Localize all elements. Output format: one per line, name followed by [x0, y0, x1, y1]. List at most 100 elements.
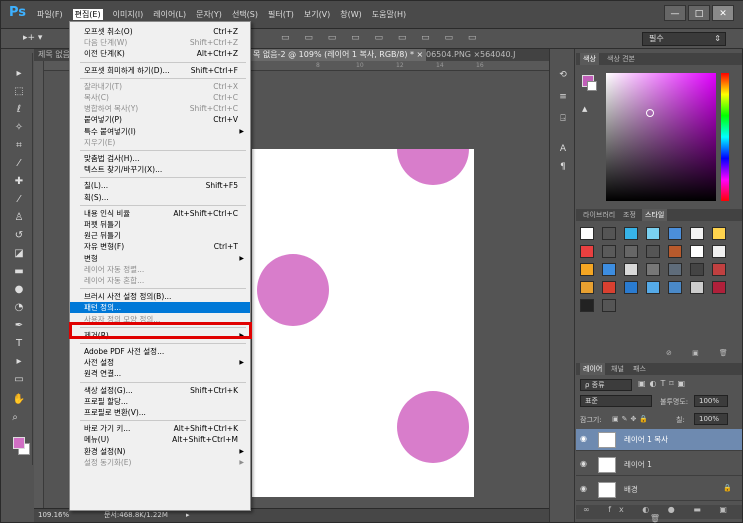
edit-menu-item[interactable]: 프로필 할당... — [70, 396, 250, 407]
style-swatch[interactable] — [712, 245, 726, 258]
visibility-eye-icon[interactable]: ◉ — [580, 459, 587, 468]
marquee-tool-icon[interactable]: ⬚ — [9, 85, 29, 99]
edit-menu-item[interactable]: 오프셋 희미하게 하기(D)... Shift+Ctrl+F — [70, 65, 250, 76]
style-swatch[interactable] — [624, 227, 638, 240]
menu-item[interactable]: 편집(E) — [72, 9, 103, 20]
blend-mode-select[interactable]: 표준 — [580, 395, 652, 407]
actions-panel-icon[interactable]: ⍈ — [557, 113, 569, 125]
edit-menu-item[interactable]: 복사(C) Ctrl+C — [70, 92, 250, 103]
style-swatch[interactable] — [580, 299, 594, 312]
close-button[interactable]: ✕ — [712, 5, 734, 21]
eyedropper-icon[interactable]: ⁄ — [9, 157, 29, 171]
edit-menu-item[interactable]: 다음 단계(W) Shift+Ctrl+Z — [70, 37, 250, 48]
edit-menu-item[interactable]: 특수 붙여넣기(I) ▶ — [70, 126, 250, 137]
opacity-input[interactable]: 100% — [694, 395, 728, 407]
style-swatch[interactable] — [646, 245, 660, 258]
edit-menu-item[interactable]: 내용 인식 비율 Alt+Shift+Ctrl+C — [70, 208, 250, 219]
color-picker-field[interactable] — [606, 73, 716, 201]
style-swatch[interactable] — [624, 263, 638, 276]
brush-tool-icon[interactable]: ⁄ — [9, 193, 29, 207]
edit-menu-item[interactable]: 이전 단계(K) Alt+Ctrl+Z — [70, 48, 250, 59]
maximize-button[interactable]: □ — [688, 5, 710, 21]
edit-menu-item[interactable]: 맞춤법 검사(H)... — [70, 153, 250, 164]
style-swatch[interactable] — [580, 227, 594, 240]
align-buttons[interactable]: ▭ ▭ ▭ ▭ ▭ ▭ ▭ ▭ ▭ — [281, 33, 482, 43]
style-swatch[interactable] — [712, 263, 726, 276]
menu-item[interactable]: 파일(F) — [37, 9, 63, 20]
style-swatch[interactable] — [602, 263, 616, 276]
edit-menu-item[interactable]: 패턴 정의... — [70, 302, 250, 314]
lasso-tool-icon[interactable]: ℓ — [9, 103, 29, 117]
edit-menu-item[interactable]: 브러시 사전 설정 정의(B)... — [70, 291, 250, 302]
paragraph-panel-icon[interactable]: ¶ — [557, 161, 569, 173]
edit-menu-item[interactable]: 메뉴(U) Alt+Shift+Ctrl+M — [70, 434, 250, 445]
edit-menu-item[interactable]: 바로 가기 키... Alt+Shift+Ctrl+K — [70, 423, 250, 434]
edit-menu-item[interactable]: 사전 설정 ▶ — [70, 357, 250, 368]
healing-brush-icon[interactable]: ✚ — [9, 175, 29, 189]
edit-menu-item[interactable]: 프로필로 변환(V)... — [70, 407, 250, 418]
style-swatch[interactable] — [602, 227, 616, 240]
crop-tool-icon[interactable]: ⌗ — [9, 139, 29, 153]
zoom-tool-icon[interactable]: ⌕ — [5, 411, 25, 425]
hand-tool-icon[interactable]: ✋ — [9, 393, 29, 407]
style-swatch[interactable] — [668, 227, 682, 240]
edit-menu-item[interactable]: 자유 변형(F) Ctrl+T — [70, 241, 250, 252]
edit-menu-item[interactable]: 원근 뒤틀기 — [70, 230, 250, 241]
menu-item[interactable]: 도움말(H) — [372, 9, 406, 20]
visibility-eye-icon[interactable]: ◉ — [580, 434, 587, 443]
style-swatch[interactable] — [602, 281, 616, 294]
edit-menu-item[interactable]: 오프셋 취소(O) Ctrl+Z — [70, 26, 250, 37]
edit-menu-item[interactable]: Adobe PDF 사전 설정... — [70, 346, 250, 357]
tab-adjustments[interactable]: 조정 — [620, 209, 639, 221]
tab-channels[interactable]: 채널 — [608, 363, 627, 375]
style-swatch[interactable] — [668, 263, 682, 276]
document-canvas[interactable] — [252, 149, 474, 497]
color-background-chip[interactable] — [587, 81, 597, 91]
magic-wand-icon[interactable]: ✧ — [9, 121, 29, 135]
edit-menu-item[interactable]: 변형 ▶ — [70, 253, 250, 264]
tab-libraries[interactable]: 라이브러리 — [580, 209, 618, 221]
layer-row[interactable]: ◉ 배경 🔒 — [576, 479, 742, 501]
lock-icons[interactable]: ▣✎✥🔒 — [612, 415, 651, 423]
style-swatch[interactable] — [602, 245, 616, 258]
zoom-readout[interactable]: 109.16% — [38, 509, 69, 522]
layer-filter-icons[interactable]: ▣◐T⌑▣ — [638, 379, 689, 388]
style-swatch[interactable] — [690, 245, 704, 258]
edit-menu-item[interactable]: 병합하여 복사(Y) Shift+Ctrl+C — [70, 103, 250, 114]
edit-menu-item[interactable]: 레이어 자동 정렬... — [70, 264, 250, 275]
style-swatch[interactable] — [646, 263, 660, 276]
edit-menu-item[interactable]: 지우기(E) — [70, 137, 250, 148]
stamp-tool-icon[interactable]: ♙ — [9, 211, 29, 225]
pen-tool-icon[interactable]: ✒ — [9, 319, 29, 333]
style-swatch[interactable] — [580, 281, 594, 294]
layer-name[interactable]: 레이어 1 — [624, 459, 652, 470]
tab-color[interactable]: 색상 — [580, 53, 599, 65]
tab-styles[interactable]: 스타일 — [642, 209, 668, 221]
move-tool-option-icon[interactable]: ▸+ ▾ — [23, 33, 42, 43]
menu-item[interactable]: 창(W) — [340, 9, 362, 20]
edit-menu-item[interactable]: 칠(L)... Shift+F5 — [70, 180, 250, 191]
layer-row[interactable]: ◉ 레이어 1 복사 — [576, 429, 742, 451]
document-tab[interactable]: 06504.PNG × — [426, 49, 480, 61]
menu-item[interactable]: 필터(T) — [268, 9, 294, 20]
eraser-icon[interactable]: ◪ — [9, 247, 29, 261]
edit-menu-item[interactable]: 퍼펫 뒤틀기 — [70, 219, 250, 230]
tab-swatches[interactable]: 색상 견본 — [604, 53, 638, 65]
foreground-color-swatch[interactable] — [13, 437, 25, 449]
gradient-icon[interactable]: ▬ — [9, 265, 29, 279]
history-brush-icon[interactable]: ↺ — [9, 229, 29, 243]
style-swatch[interactable] — [646, 227, 660, 240]
history-panel-icon[interactable]: ⟲ — [557, 69, 569, 81]
layer-filter-select[interactable]: ρ 종류 — [580, 379, 632, 391]
layer-row[interactable]: ◉ 레이어 1 — [576, 454, 742, 476]
dodge-tool-icon[interactable]: ◔ — [9, 301, 29, 315]
shape-tool-icon[interactable]: ▭ — [9, 373, 29, 387]
move-tool-icon[interactable]: ▸ — [9, 67, 29, 81]
color-picker-cursor[interactable] — [646, 109, 654, 117]
style-swatch[interactable] — [602, 299, 616, 312]
edit-menu-item[interactable]: 잘라내기(T) Ctrl+X — [70, 81, 250, 92]
tab-layers[interactable]: 레이어 — [580, 363, 606, 375]
edit-menu-item[interactable]: 색상 설정(G)... Shift+Ctrl+K — [70, 385, 250, 396]
blur-tool-icon[interactable]: ● — [9, 283, 29, 297]
character-panel-icon[interactable]: A — [557, 143, 569, 155]
